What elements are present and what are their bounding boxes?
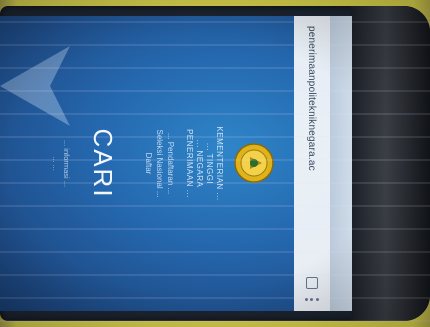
phone-screen: penerimaanpolitekniknegara.ac KEMENTERIA… [0,16,352,311]
browser-address-bar[interactable]: penerimaanpolitekniknegara.ac [294,16,330,311]
sub-line: ... Pendaftaran ... [166,132,175,195]
phone-bezel [350,6,430,321]
org-line: KEMENTERIAN ... [215,126,224,201]
sub-line: Seleksi Nasional ... [155,129,164,198]
organization-heading: KEMENTERIAN ... ... TINGGI ... NEGARA PE… [184,16,224,311]
subheading-text: ... Pendaftaran ... Seleksi Nasional ...… [143,16,176,311]
tab-count-icon[interactable] [306,277,318,289]
org-line: ... TINGGI [205,142,214,185]
url-text[interactable]: penerimaanpolitekniknegara.ac [307,26,318,269]
search-button[interactable]: CARI [87,16,118,311]
footer-text: ... informasi ... ... ... [50,16,72,311]
phone-body: penerimaanpolitekniknegara.ac KEMENTERIA… [0,6,430,321]
phone-photo: penerimaanpolitekniknegara.ac KEMENTERIA… [0,0,430,327]
org-line: ... NEGARA [195,139,204,188]
emblem-icon [234,143,274,183]
footer-line: ... ... [51,156,60,171]
rotated-screen-content: penerimaanpolitekniknegara.ac KEMENTERIA… [0,16,352,311]
web-page: KEMENTERIAN ... ... TINGGI ... NEGARA PE… [0,16,294,311]
status-bar [330,16,352,311]
org-line: PENERIMAAN ... [185,129,194,198]
footer-line: ... informasi ... [62,139,71,188]
overflow-menu-icon[interactable] [305,297,319,301]
sub-line: Daftar [144,152,153,175]
